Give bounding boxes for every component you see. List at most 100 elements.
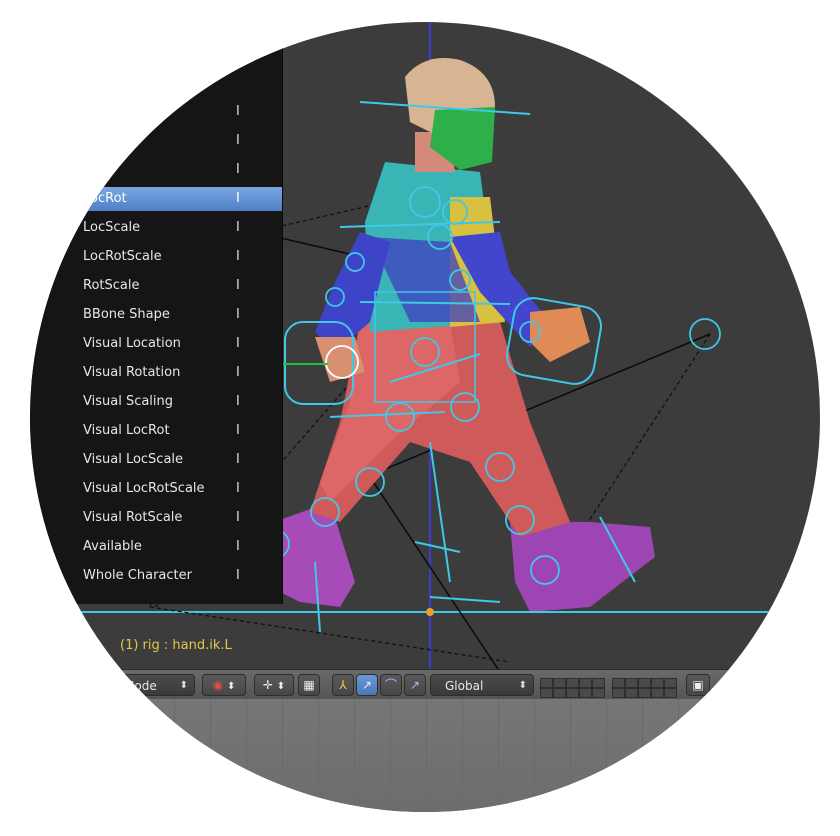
menu-item-shortcut: I [236,539,240,554]
layer-cell[interactable] [638,688,651,698]
object-status-text: (1) rig : hand.ik.L [120,638,232,653]
menu-item-shortcut: I [236,278,240,293]
menu-item[interactable]: I [30,129,282,153]
layer-cell[interactable] [579,688,592,698]
mode-dropdown[interactable]: Mode ⬍ [115,674,195,696]
menu-item[interactable]: Available I [30,535,282,559]
3d-view-header: Mode ⬍ ◉ ⬍ ✛ ⬍ ▦ ⅄ ↗ ⌒ ↗ Global ⬍ ▣ [30,669,820,700]
origin-point [426,608,434,616]
layer-cell[interactable] [625,678,638,688]
menu-item[interactable]: Whole Character I [30,564,282,588]
layer-cell[interactable] [625,688,638,698]
lock-layers-button[interactable]: ▣ [686,674,710,696]
arrow-icon: ↗ [361,678,373,692]
layer-cell[interactable] [566,678,579,688]
scale-manipulator-button[interactable]: ↗ [404,674,426,696]
menu-item-shortcut: I [236,104,240,119]
menu-item-shortcut: I [236,452,240,467]
menu-item[interactable]: LocRotScale I [30,245,282,269]
updown-arrows-icon: ⬍ [226,681,236,692]
menu-item[interactable]: Visual LocRot I [30,419,282,443]
translate-manipulator-button[interactable]: ↗ [356,674,378,696]
menu-item[interactable]: LocRot I [30,187,282,211]
timeline-area[interactable] [30,699,820,812]
layer-cell[interactable] [612,678,625,688]
layer-cell[interactable] [592,678,605,688]
pivot-point-dropdown[interactable]: ✛ ⬍ [254,674,294,696]
menu-item-shortcut: I [236,568,240,583]
menu-item-label: Available [83,539,142,554]
scale-icon: ↗ [409,678,421,692]
updown-arrows-icon: ⬍ [518,680,527,691]
menu-item-shortcut: I [236,133,240,148]
menu-item-label: BBone Shape [83,307,170,322]
layer-cell[interactable] [592,688,605,698]
menu-item-label: LocRot [83,191,127,206]
pivot-icon: ✛ [262,678,273,692]
transform-orientation-dropdown[interactable]: Global ⬍ [430,674,534,696]
character-mesh[interactable] [260,58,655,612]
circular-crop: I I I LocRot I LocScale I LocRotScale I RotScale I… [30,22,820,812]
menu-item-label: Visual LocRotScale [83,481,205,496]
menu-item-label: RotScale [83,278,140,293]
menu-item[interactable]: Visual Location I [30,332,282,356]
menu-item-label: Visual Scaling [83,394,174,409]
menu-item[interactable]: Visual LocRotScale I [30,477,282,501]
layer-cell[interactable] [612,688,625,698]
rotate-arc-icon: ⌒ [384,678,397,692]
screenshot-stage: I I I LocRot I LocScale I LocRotScale I RotScale I… [0,0,840,836]
manipulator-toggle-button[interactable]: ⅄ [332,674,354,696]
orientation-label: Global [445,679,484,693]
menu-item-shortcut: I [236,220,240,235]
layer-cell[interactable] [638,678,651,688]
menu-item-label: Visual LocRot [83,423,170,438]
rotate-manipulator-button[interactable]: ⌒ [380,674,402,696]
menu-item[interactable]: LocScale I [30,216,282,240]
layer-cell[interactable] [553,678,566,688]
menu-item[interactable]: Visual LocScale I [30,448,282,472]
layer-cell[interactable] [664,688,677,698]
insert-keyframe-menu: I I I LocRot I LocScale I LocRotScale I RotScale I… [30,22,283,604]
menu-item-label: Visual Rotation [83,365,181,380]
layer-cell[interactable] [651,678,664,688]
menu-item-shortcut: I [236,365,240,380]
menu-item-shortcut: I [236,191,240,206]
menu-item-label: Whole Character [83,568,192,583]
menu-item-label: Visual Location [83,336,181,351]
menu-item-shortcut: I [236,162,240,177]
mode-dropdown-label: Mode [124,679,157,693]
layer-cell[interactable] [566,688,579,698]
menu-item-shortcut: I [236,510,240,525]
layers-icon: ▦ [303,678,315,692]
menu-item[interactable]: I [30,158,282,182]
updown-arrows-icon: ⬍ [179,680,188,691]
scene-layers-grid-2[interactable] [612,674,678,698]
manipulator-icon: ⅄ [339,678,347,692]
menu-item-shortcut: I [236,336,240,351]
layer-cell[interactable] [579,678,592,688]
menu-item-shortcut: I [236,481,240,496]
menu-item-shortcut: I [236,249,240,264]
layer-cell[interactable] [651,688,664,698]
menu-item-shortcut: I [236,423,240,438]
menu-item[interactable]: BBone Shape I [30,303,282,327]
menu-item-shortcut: I [236,307,240,322]
menu-item-label: LocScale [83,220,141,235]
menu-item-label: Visual LocScale [83,452,184,467]
layer-cell[interactable] [664,678,677,688]
layer-cell[interactable] [540,688,553,698]
layer-cell[interactable] [553,688,566,698]
menu-item[interactable]: I [30,100,282,124]
menu-item[interactable]: RotScale I [30,274,282,298]
menu-item-shortcut: I [236,394,240,409]
menu-item-label: LocRotScale [83,249,162,264]
shading-ball-icon: ◉ [212,678,224,692]
scene-layers-grid-1[interactable] [540,674,606,698]
menu-item[interactable]: Visual RotScale I [30,506,282,530]
layer-cell[interactable] [540,678,553,688]
viewport-shading-dropdown[interactable]: ◉ ⬍ [202,674,246,696]
lock-icon: ▣ [692,678,704,692]
menu-item[interactable]: Visual Rotation I [30,361,282,385]
layer-toggle-button[interactable]: ▦ [298,674,320,696]
menu-item[interactable]: Visual Scaling I [30,390,282,414]
